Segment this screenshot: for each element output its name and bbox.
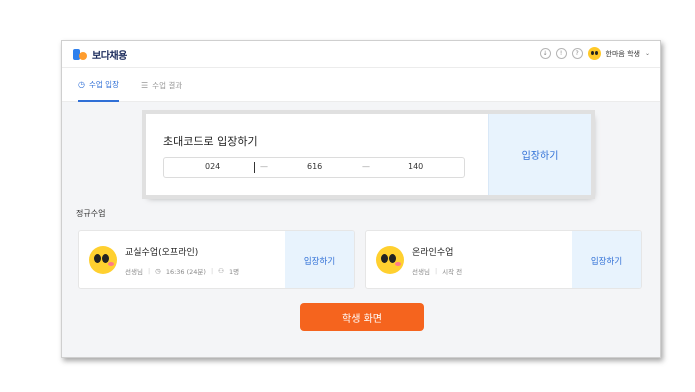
teacher-name: 선생님 [125, 268, 143, 276]
tab-bar: ◷ 수업 입장 ☰ 수업 결과 [62, 68, 660, 102]
help-icon[interactable]: ? [571, 48, 583, 59]
class-card-offline: 교실수업(오프라인) 선생님 | ◷ 16:36 (24분) | ⚇ 1명 입장… [78, 230, 355, 289]
avatar [89, 246, 117, 274]
class-card-online: 온라인수업 선생님 | 시작 전 입장하기 [365, 230, 642, 289]
invite-enter-button[interactable]: 입장하기 [488, 114, 591, 195]
invite-code-panel: 초대코드로 입장하기 024 — 616 — 140 입장하기 [146, 114, 591, 195]
tab-label: 수업 입장 [88, 79, 119, 89]
logo-icon [73, 48, 89, 61]
code-segment-3[interactable]: 140 [408, 162, 423, 171]
notice-icon[interactable]: ! [555, 48, 567, 59]
chevron-down-icon[interactable]: ⌄ [645, 50, 650, 57]
user-name[interactable]: 한마음 학생 [606, 49, 640, 59]
logo-text: 보다채용 [92, 51, 127, 62]
download-icon[interactable]: ↓ [539, 48, 551, 59]
divider: | [434, 267, 438, 275]
class-status: 시작 전 [442, 268, 463, 276]
invite-title: 초대코드로 입장하기 [163, 135, 258, 148]
avatar[interactable] [587, 47, 601, 60]
tab-class-entry[interactable]: ◷ 수업 입장 [78, 68, 119, 102]
person-icon: ⚇ [218, 267, 224, 275]
class-meta: 선생님 | 시작 전 [412, 266, 462, 276]
student-screen-button[interactable]: 학생 화면 [300, 303, 424, 331]
class-time: 16:36 (24분) [165, 268, 206, 276]
clock-icon: ◷ [78, 79, 85, 89]
divider: | [147, 267, 151, 275]
invite-code-input[interactable]: 024 — 616 — 140 [163, 157, 465, 178]
tab-class-results[interactable]: ☰ 수업 결과 [141, 68, 182, 102]
class-title: 온라인수업 [412, 248, 454, 258]
text-caret [254, 162, 255, 173]
divider: | [210, 267, 214, 275]
list-icon: ☰ [141, 80, 149, 90]
people-count: 1명 [228, 268, 240, 276]
class-title: 교실수업(오프라인) [125, 248, 199, 258]
logo[interactable]: 보다채용 [73, 47, 127, 62]
code-separator: — [260, 162, 268, 171]
top-bar: 보다채용 ↓ ! ? 한마음 학생 ⌄ [62, 41, 660, 68]
tab-label: 수업 결과 [152, 80, 183, 90]
code-segment-1[interactable]: 024 [205, 162, 220, 171]
code-segment-2[interactable]: 616 [307, 162, 322, 171]
section-title: 정규수업 [76, 209, 106, 218]
enter-button[interactable]: 입장하기 [572, 231, 641, 288]
app-window: 보다채용 ↓ ! ? 한마음 학생 ⌄ ◷ 수업 입장 ☰ 수업 결과 초대코드… [61, 40, 661, 358]
clock-icon: ◷ [155, 267, 161, 275]
header-actions: ↓ ! ? 한마음 학생 ⌄ [539, 47, 650, 60]
code-separator: — [362, 162, 370, 171]
teacher-name: 선생님 [412, 268, 430, 276]
enter-button[interactable]: 입장하기 [285, 231, 354, 288]
class-meta: 선생님 | ◷ 16:36 (24분) | ⚇ 1명 [125, 266, 239, 276]
avatar [376, 246, 404, 274]
